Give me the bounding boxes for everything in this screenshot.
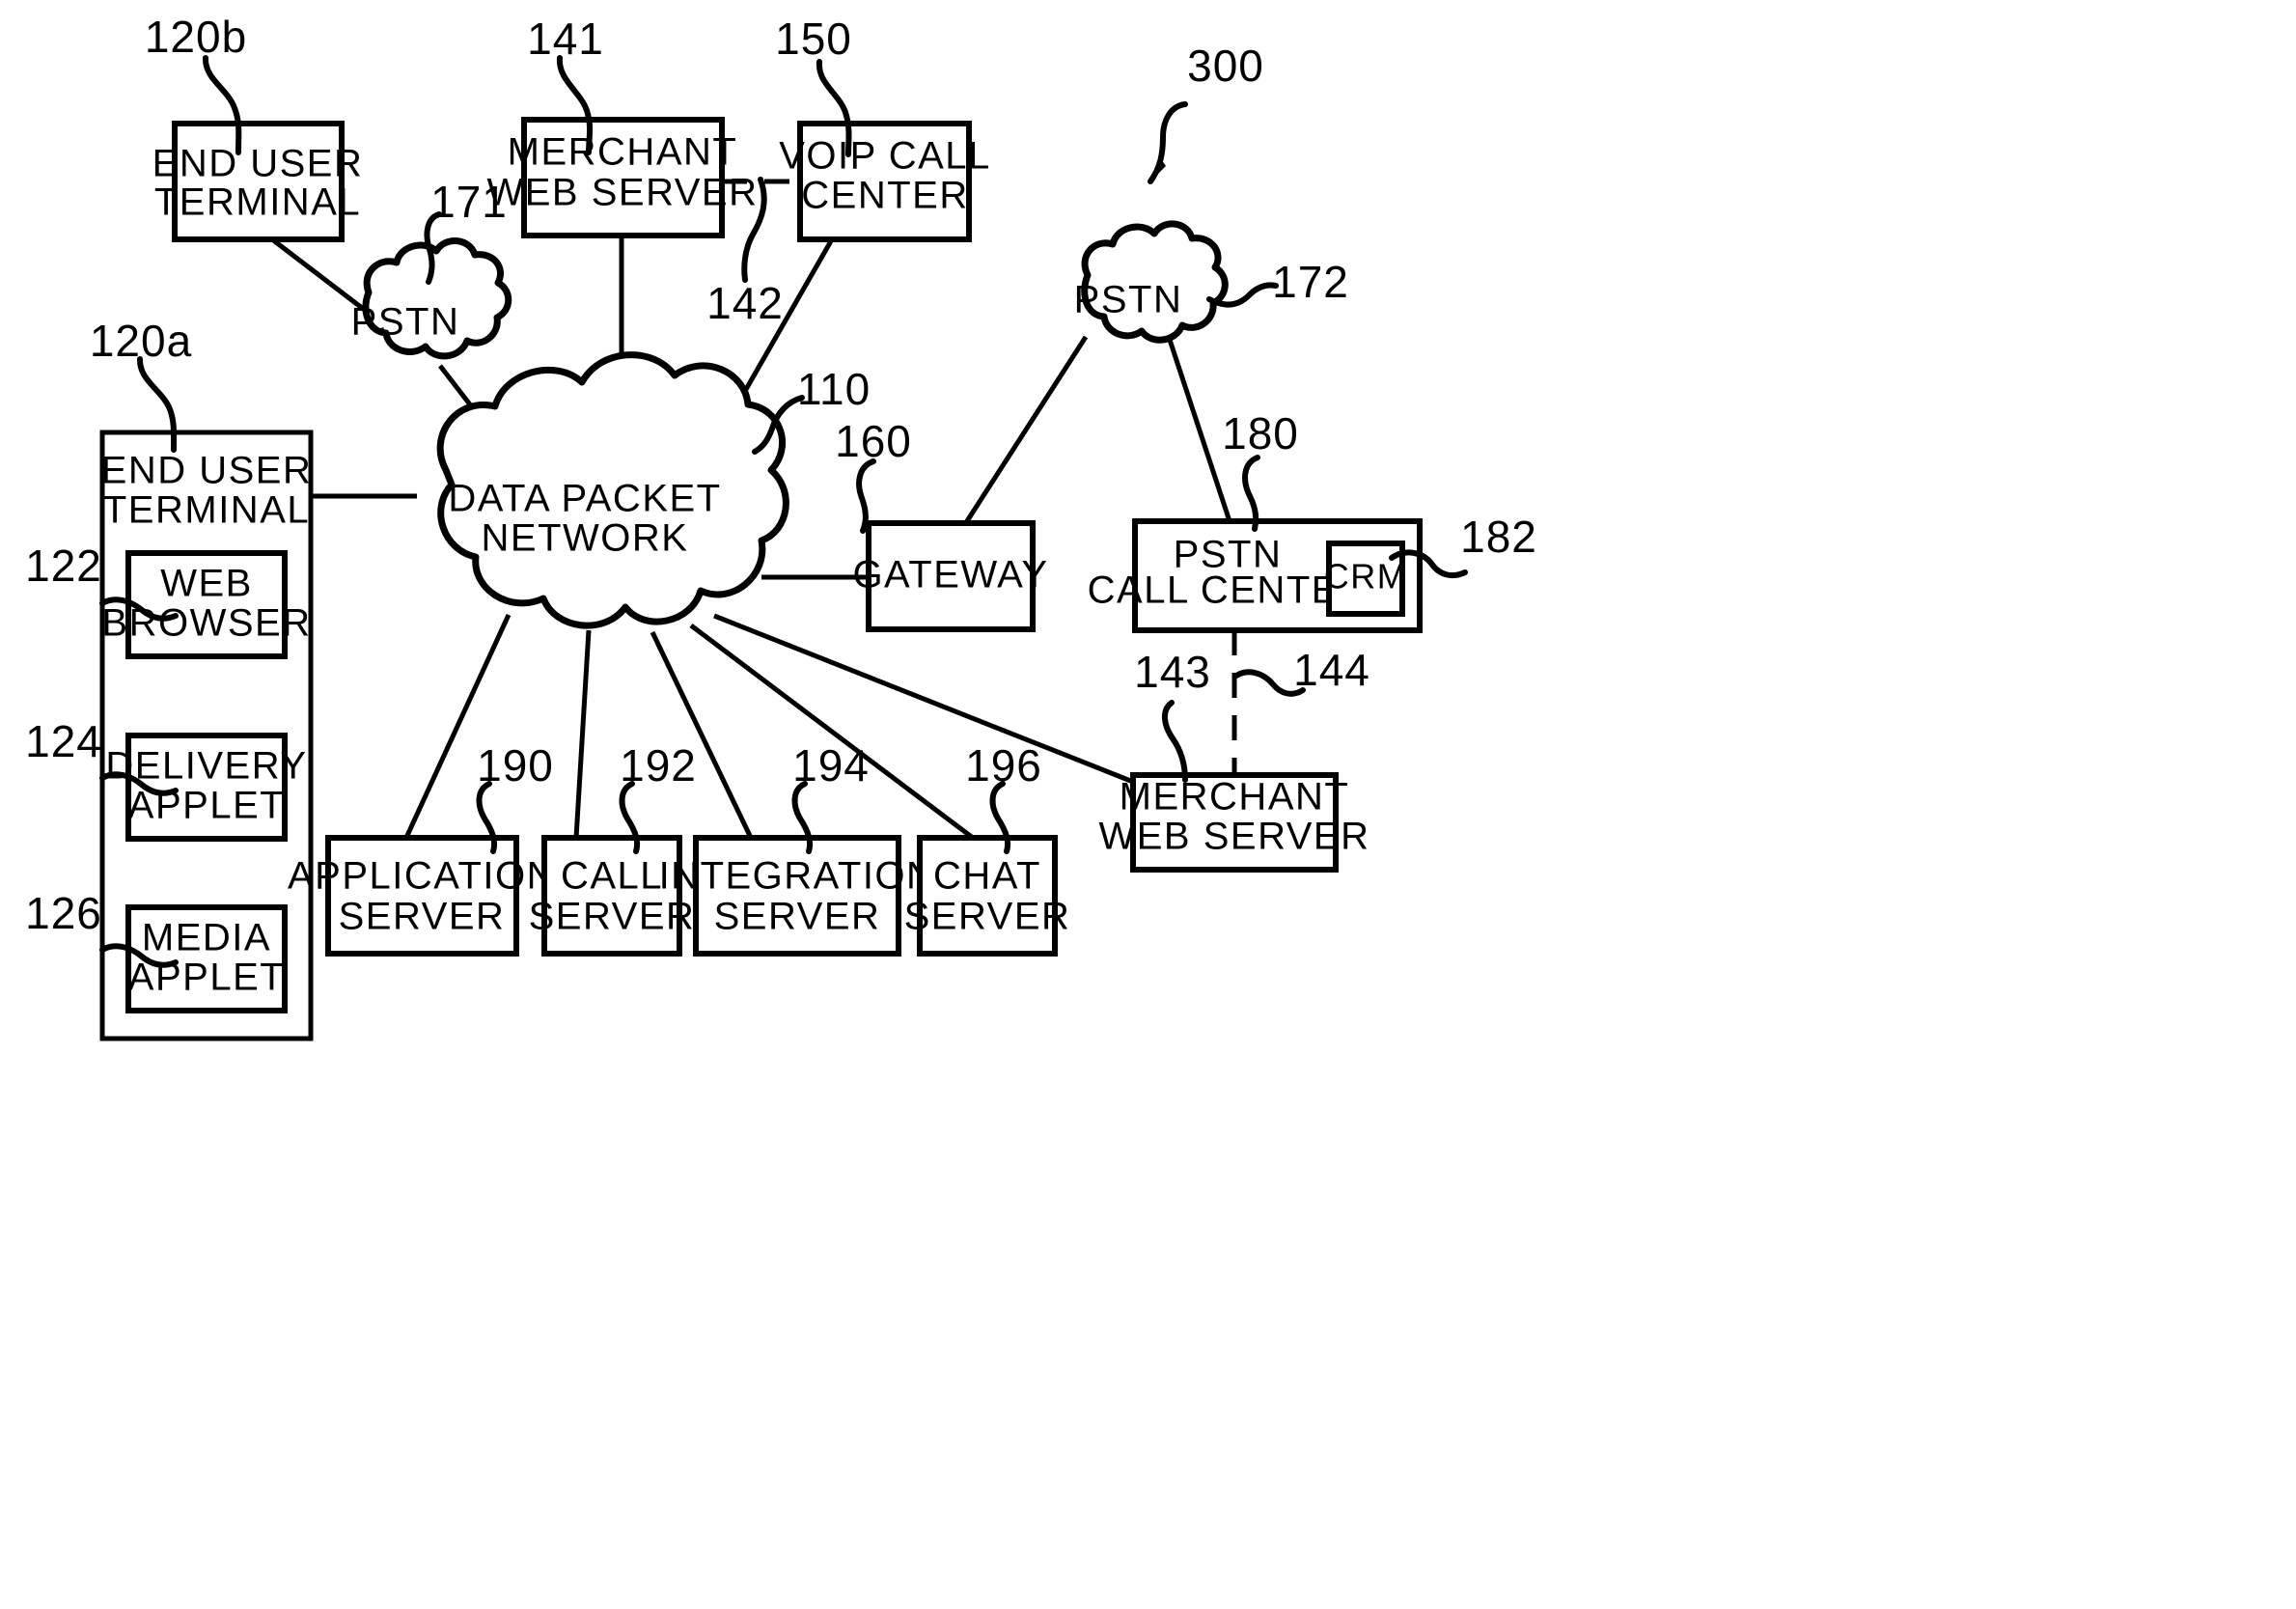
leader-line-180 bbox=[1242, 455, 1260, 532]
ref-number-190: 190 bbox=[477, 740, 554, 791]
merchant-web-server-bottom-node: MERCHANT WEB SERVER bbox=[1099, 772, 1370, 873]
chat-server-label-line1: CHAT bbox=[933, 855, 1041, 898]
chat-server-label-line2: SERVER bbox=[904, 896, 1071, 938]
merchant-web-server-bottom-label-line1: MERCHANT bbox=[1120, 776, 1350, 818]
end-user-terminal-a-label-line2: TERMINAL bbox=[103, 489, 310, 532]
voip-call-center-node: VOIP CALL CENTER bbox=[779, 121, 991, 242]
crm-label: CRM bbox=[1324, 557, 1407, 596]
ref-number-124: 124 bbox=[25, 716, 102, 766]
ref-number-150: 150 bbox=[775, 14, 852, 64]
ref-number-194: 194 bbox=[792, 740, 870, 791]
pstn-left-label: PSTN bbox=[351, 301, 460, 344]
cloud-data-packet-network: DATA PACKET NETWORK bbox=[436, 351, 789, 629]
chat-server-node: CHAT SERVER bbox=[904, 835, 1071, 957]
integration-server-label-line1: INTEGRATION bbox=[659, 855, 936, 898]
ref-number-142: 142 bbox=[706, 278, 784, 328]
ref-number-120b: 120b bbox=[145, 12, 247, 62]
gateway-label: GATEWAY bbox=[852, 554, 1048, 596]
application-server-node: APPLICATION SERVER bbox=[288, 835, 556, 957]
ref-leader-144: 144 bbox=[1233, 645, 1370, 697]
ref-leader-160: 160 bbox=[835, 416, 912, 534]
web-browser-label-line2: BROWSER bbox=[101, 602, 311, 645]
link-network-to-application-server bbox=[402, 613, 512, 842]
merchant-web-server-bottom-label-line2: WEB SERVER bbox=[1099, 816, 1370, 858]
call-server-label-line1: CALL bbox=[561, 855, 663, 898]
ref-number-180: 180 bbox=[1222, 408, 1299, 458]
media-applet-node: MEDIA APPLET bbox=[125, 904, 288, 1013]
ref-number-300: 300 bbox=[1187, 41, 1264, 91]
ref-number-141: 141 bbox=[527, 14, 604, 64]
media-applet-label-line1: MEDIA bbox=[142, 917, 271, 959]
ref-number-171: 171 bbox=[430, 177, 508, 227]
ref-number-160: 160 bbox=[835, 416, 912, 466]
link-network-to-merchant143 bbox=[713, 613, 1134, 785]
ref-leader-143: 143 bbox=[1134, 647, 1211, 783]
end-user-terminal-b-label-line2: TERMINAL bbox=[154, 181, 361, 224]
ref-leader-172: 172 bbox=[1206, 257, 1349, 308]
data-packet-network-label-line1: DATA PACKET bbox=[448, 478, 721, 520]
end-user-terminal-a-label-line1: END USER bbox=[101, 450, 313, 492]
ref-number-192: 192 bbox=[620, 740, 697, 791]
ref-number-143: 143 bbox=[1134, 647, 1211, 697]
integration-server-label-line2: SERVER bbox=[714, 896, 881, 938]
ref-number-126: 126 bbox=[25, 888, 102, 938]
leader-line-143 bbox=[1162, 700, 1188, 783]
ref-leader-196: 196 bbox=[965, 740, 1042, 854]
ref-number-122: 122 bbox=[25, 541, 102, 591]
end-user-terminal-b-label-line1: END USER bbox=[152, 143, 364, 185]
gateway-node: GATEWAY bbox=[852, 520, 1048, 632]
link-pstn172-to-gateway bbox=[962, 335, 1089, 526]
integration-server-node: INTEGRATION SERVER bbox=[659, 835, 936, 957]
call-server-label-line2: SERVER bbox=[529, 896, 696, 938]
end-user-terminal-a-node: END USER TERMINAL bbox=[101, 450, 313, 532]
ref-number-120a: 120a bbox=[90, 316, 192, 366]
link-network-to-integration-server bbox=[650, 630, 754, 840]
end-user-terminal-b-node: END USER TERMINAL bbox=[152, 121, 364, 242]
application-server-label-line2: SERVER bbox=[339, 896, 506, 938]
ref-leader-180: 180 bbox=[1222, 408, 1299, 532]
merchant-web-server-top-label-line1: MERCHANT bbox=[508, 131, 738, 174]
voip-call-center-label-line1: VOIP CALL bbox=[779, 135, 991, 178]
merchant-web-server-top-label-line2: WEB SERVER bbox=[487, 172, 759, 214]
patent-figure-canvas: PSTN DATA PACKET NETWORK PSTN END USER T… bbox=[0, 0, 2296, 1609]
web-browser-label-line1: WEB bbox=[160, 563, 253, 605]
ref-number-196: 196 bbox=[965, 740, 1042, 791]
ref-leader-194: 194 bbox=[791, 740, 870, 854]
merchant-web-server-top-node: MERCHANT WEB SERVER bbox=[487, 117, 759, 238]
ref-number-182: 182 bbox=[1460, 512, 1537, 562]
network-architecture-diagram: PSTN DATA PACKET NETWORK PSTN END USER T… bbox=[25, 12, 1537, 1041]
ref-number-110: 110 bbox=[797, 364, 871, 414]
ref-number-144: 144 bbox=[1293, 645, 1370, 695]
pstn-right-label: PSTN bbox=[1074, 279, 1183, 321]
link-network-to-call-server bbox=[573, 629, 592, 839]
ref-leader-120a: 120a bbox=[90, 316, 192, 453]
cloud-pstn-right: PSTN bbox=[1074, 220, 1229, 344]
delivery-applet-node: DELIVERY APPLET bbox=[105, 733, 306, 842]
ref-number-172: 172 bbox=[1272, 257, 1349, 307]
application-server-label-line1: APPLICATION bbox=[288, 855, 556, 898]
ref-leader-190: 190 bbox=[476, 740, 554, 854]
pstn-call-center-node: PSTN CALL CENTER CRM bbox=[1088, 518, 1423, 633]
data-packet-network-label-line2: NETWORK bbox=[482, 517, 689, 560]
arrowhead-300 bbox=[1150, 156, 1166, 181]
ref-leader-300: 300 bbox=[1148, 41, 1264, 184]
voip-call-center-label-line2: CENTER bbox=[801, 175, 968, 217]
ref-leader-192: 192 bbox=[619, 740, 697, 854]
